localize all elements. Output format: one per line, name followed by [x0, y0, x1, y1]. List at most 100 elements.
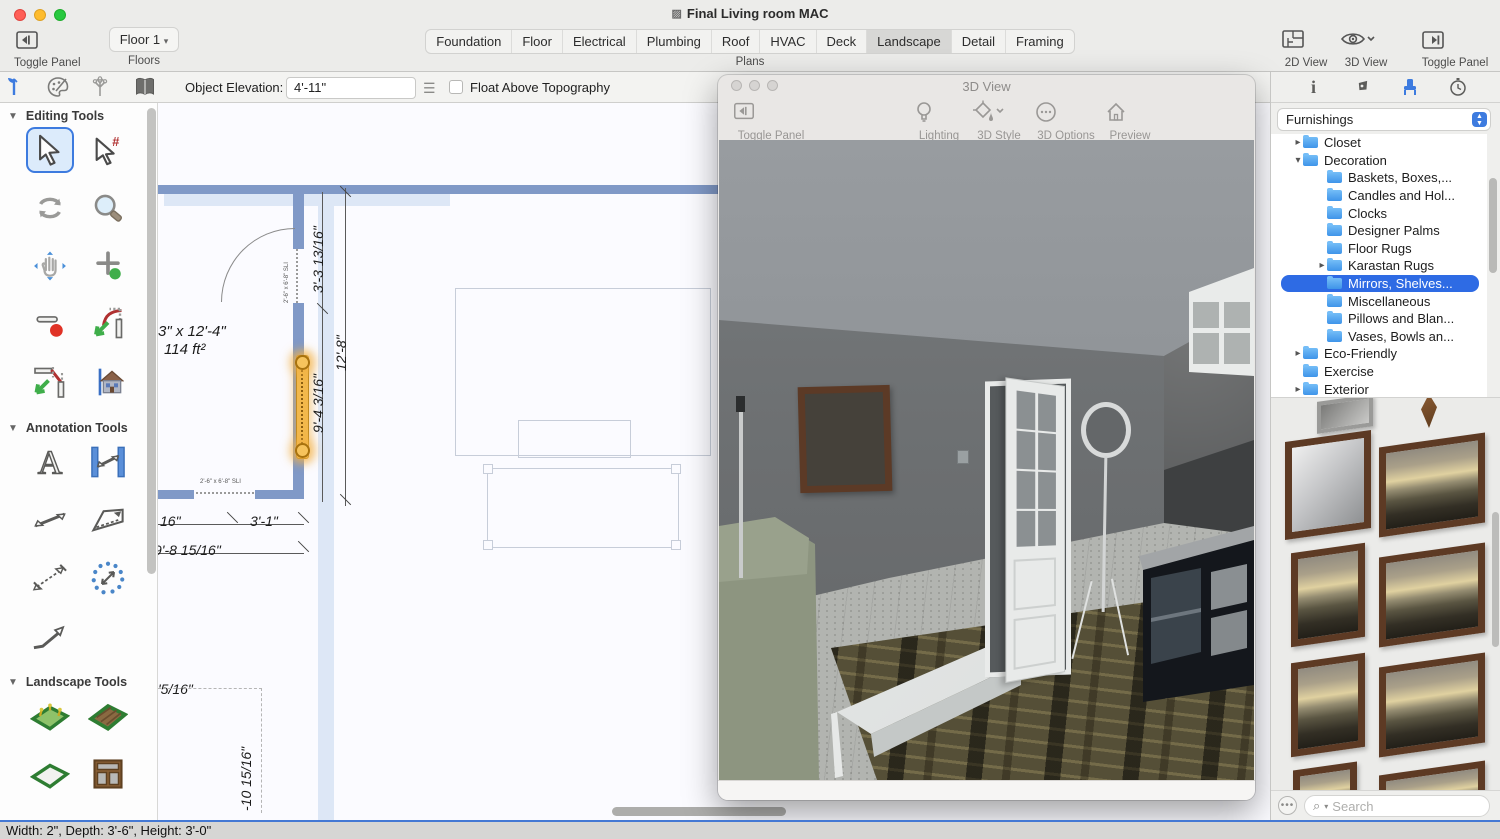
pan-hand-tool[interactable]	[26, 243, 74, 289]
tree-item-floor-rugs[interactable]: Floor Rugs	[1271, 240, 1487, 258]
library-thumbnail-picture[interactable]	[1291, 543, 1365, 647]
library-category-select[interactable]: Furnishings ▲▼	[1277, 108, 1491, 131]
3d-toggle-panel-button[interactable]: Toggle Panel	[732, 100, 810, 144]
tab-detail[interactable]: Detail	[952, 30, 1006, 53]
library-thumbnail-picture[interactable]	[1379, 653, 1485, 758]
section-header-landscape-tools[interactable]: ▼Landscape Tools	[0, 669, 157, 693]
3d-lighting-button[interactable]: Lighting	[914, 100, 964, 144]
tab-roof[interactable]: Roof	[712, 30, 760, 53]
history-clock-tab[interactable]	[1447, 76, 1469, 98]
library-thumbnail-picture[interactable]	[1379, 761, 1485, 790]
select-similar-tool[interactable]: #	[84, 127, 132, 173]
terrain-deck-tool[interactable]	[84, 693, 132, 739]
info-tab[interactable]: i	[1303, 76, 1325, 98]
tab-hvac[interactable]: HVAC	[760, 30, 816, 53]
3d-options-button[interactable]: 3D Options	[1034, 100, 1098, 144]
rotate-arrows-tool[interactable]	[26, 185, 74, 231]
3d-view-window[interactable]: 3D View Toggle Panel Lighting 3D Style 3…	[718, 75, 1255, 800]
plan-wall-bottom-left[interactable]	[158, 490, 194, 499]
wall-dimension-tool[interactable]	[84, 439, 132, 485]
tab-landscape[interactable]: Landscape	[867, 30, 952, 53]
terrain-polyline-tool[interactable]	[26, 751, 74, 797]
disclosure-expanded-icon[interactable]: ▾	[1293, 155, 1303, 166]
library-thumbnail-picture[interactable]	[1379, 543, 1485, 648]
disclosure-collapsed-icon[interactable]: ▸	[1293, 384, 1303, 395]
2d-view-button[interactable]: 2D View	[1281, 29, 1331, 71]
remove-minus-tool[interactable]	[26, 301, 74, 347]
3d-window-titlebar[interactable]: 3D View	[718, 75, 1255, 96]
toggle-panel-right-button[interactable]: Toggle Panel	[1420, 29, 1490, 71]
tree-scrollbar[interactable]	[1489, 178, 1497, 273]
library-thumbnail-picture[interactable]	[1291, 653, 1365, 757]
tree-tool[interactable]	[88, 75, 114, 99]
palette-scrollbar[interactable]	[147, 108, 156, 574]
disclosure-collapsed-icon[interactable]: ▸	[1293, 348, 1303, 359]
3d-style-button[interactable]: 3D Style	[970, 100, 1028, 144]
handrail-handle-top[interactable]	[295, 355, 310, 370]
section-header-editing-tools[interactable]: ▼Editing Tools	[0, 103, 157, 127]
disclosure-collapsed-icon[interactable]: ▸	[1317, 260, 1327, 271]
angular-dimension-tool[interactable]	[84, 497, 132, 543]
tree-item-closet[interactable]: ▸Closet	[1271, 134, 1487, 152]
handrail-handle-bottom[interactable]	[295, 443, 310, 458]
house-reference-tool[interactable]	[84, 359, 132, 405]
chamfer-line-tool[interactable]	[26, 359, 74, 405]
tree-item-baskets-boxes[interactable]: Baskets, Boxes,...	[1271, 169, 1487, 187]
tree-item-designer-palms[interactable]: Designer Palms	[1271, 222, 1487, 240]
library-book-tool[interactable]	[133, 75, 159, 99]
tree-item-decoration[interactable]: ▾Decoration	[1271, 152, 1487, 170]
tree-item-exterior[interactable]: ▸Exterior	[1271, 380, 1487, 397]
plan-table-outline[interactable]	[518, 420, 631, 458]
3d-viewport[interactable]	[719, 140, 1254, 780]
more-options-button[interactable]: •••	[1278, 796, 1297, 815]
plan-cabinet-outline[interactable]	[487, 468, 679, 548]
section-header-annotation-tools[interactable]: ▼Annotation Tools	[0, 415, 157, 439]
furniture-tab[interactable]	[1399, 76, 1421, 98]
3d-view-button[interactable]: 3D View	[1340, 29, 1392, 71]
tree-item-clocks[interactable]: Clocks	[1271, 204, 1487, 222]
tree-item-pillows-and-blan[interactable]: Pillows and Blan...	[1271, 310, 1487, 328]
plan-wall-bottom-right[interactable]	[255, 490, 304, 499]
tree-item-eco-friendly[interactable]: ▸Eco-Friendly	[1271, 345, 1487, 363]
tab-deck[interactable]: Deck	[817, 30, 868, 53]
plant-partial-tool[interactable]	[26, 809, 74, 820]
tab-foundation[interactable]: Foundation	[426, 30, 512, 53]
tab-framing[interactable]: Framing	[1006, 30, 1074, 53]
cabinet-furniture-tool[interactable]	[84, 751, 132, 797]
float-topography-checkbox[interactable]	[449, 80, 463, 94]
plan-wall-top[interactable]	[158, 185, 720, 194]
thumbnails-scrollbar[interactable]	[1492, 512, 1499, 647]
add-plus-tool[interactable]	[84, 243, 132, 289]
tree-item-vases-bowls-an[interactable]: Vases, Bowls an...	[1271, 328, 1487, 346]
terrain-sapling-tool[interactable]	[2, 75, 28, 99]
text-letter-tool[interactable]: A	[26, 439, 74, 485]
canvas-horizontal-scrollbar[interactable]	[612, 807, 786, 816]
tree-item-karastan-rugs[interactable]: ▸Karastan Rugs	[1271, 257, 1487, 275]
palette-tool[interactable]	[46, 75, 72, 99]
elevation-list-icon[interactable]: ☰	[423, 80, 436, 97]
zoom-magnifier-tool[interactable]	[84, 185, 132, 231]
dimension-arrow-tool[interactable]	[26, 497, 74, 543]
leader-arrow-tool[interactable]	[26, 613, 74, 659]
pen-nib-tab[interactable]	[1351, 76, 1373, 98]
tab-electrical[interactable]: Electrical	[563, 30, 637, 53]
garden-bed-tool[interactable]	[26, 693, 74, 739]
tree-item-miscellaneous[interactable]: Miscellaneous	[1271, 292, 1487, 310]
select-cursor-tool[interactable]	[26, 127, 74, 173]
disclosure-collapsed-icon[interactable]: ▸	[1293, 137, 1303, 148]
library-thumbnail-mirror-small[interactable]	[1317, 397, 1373, 434]
library-thumbnail-picture[interactable]	[1293, 762, 1357, 790]
object-elevation-input[interactable]: 4'-11"	[286, 77, 416, 99]
tree-item-candles-and-hol[interactable]: Candles and Hol...	[1271, 187, 1487, 205]
tree-item-mirrors-shelves[interactable]: Mirrors, Shelves...	[1271, 275, 1487, 293]
tree-item-exercise[interactable]: Exercise	[1271, 363, 1487, 381]
library-thumbnail-mirror[interactable]	[1285, 430, 1371, 540]
3d-preview-button[interactable]: Preview	[1104, 100, 1156, 144]
library-thumbnail-picture[interactable]	[1379, 433, 1485, 538]
library-search-input[interactable]: ⌕ ▾ Search	[1304, 795, 1490, 817]
tab-plumbing[interactable]: Plumbing	[637, 30, 712, 53]
tab-floor[interactable]: Floor	[512, 30, 563, 53]
fillet-arc-tool[interactable]	[84, 301, 132, 347]
end-to-end-dimension-tool[interactable]	[26, 555, 74, 601]
library-thumbnail-finial[interactable]	[1421, 397, 1437, 429]
